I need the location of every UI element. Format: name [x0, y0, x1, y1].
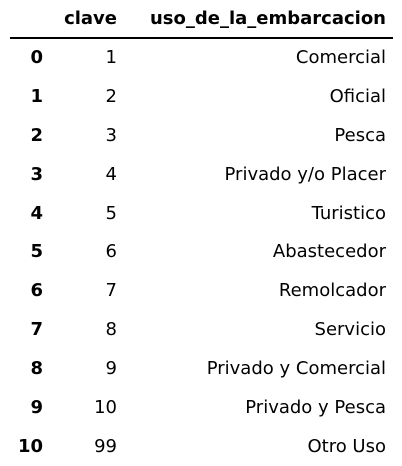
table-header: clave uso_de_la_embarcacion [10, 0, 393, 39]
cell-uso: Servicio [314, 319, 386, 341]
cell-uso: Turistico [311, 202, 386, 224]
table-row: 10 99 Otro Uso [10, 427, 393, 466]
cell-uso: Pesca [334, 124, 386, 146]
cell-clave: 2 [105, 85, 117, 107]
cell-uso: Oficial [329, 85, 386, 107]
table-row: 9 10 Privado y Pesca [10, 388, 393, 427]
table-row: 2 3 Pesca [10, 116, 393, 155]
cell-uso: Privado y/o Placer [224, 163, 387, 185]
row-index: 6 [30, 280, 43, 302]
table-body: 0 1 Comercial 1 2 Oficial 2 3 Pesca 3 4 … [10, 38, 393, 466]
table-row: 4 5 Turistico [10, 194, 393, 233]
cell-clave: 6 [105, 241, 117, 263]
cell-uso: Otro Uso [307, 435, 386, 457]
cell-uso: Comercial [295, 47, 386, 69]
header-row: clave uso_de_la_embarcacion [10, 0, 393, 39]
table-row: 0 1 Comercial [10, 38, 393, 77]
table-row: 1 2 Oficial [10, 77, 393, 116]
cell-clave: 5 [105, 202, 117, 224]
cell-clave: 7 [105, 280, 117, 302]
row-index: 1 [30, 85, 43, 107]
cell-uso: Privado y Comercial [206, 358, 386, 380]
dataframe-table: clave uso_de_la_embarcacion 0 1 Comercia… [10, 0, 393, 466]
row-index: 7 [30, 319, 43, 341]
row-index: 4 [30, 202, 43, 224]
table-row: 5 6 Abastecedor [10, 232, 393, 271]
row-index: 9 [30, 396, 43, 418]
header-uso-de-la-embarcacion: uso_de_la_embarcacion [124, 0, 393, 39]
cell-clave: 3 [105, 124, 117, 146]
table-row: 7 8 Servicio [10, 310, 393, 349]
header-clave: clave [50, 0, 124, 39]
cell-uso: Abastecedor [272, 241, 386, 263]
row-index: 8 [30, 358, 43, 380]
dataframe-view: clave uso_de_la_embarcacion 0 1 Comercia… [0, 0, 402, 466]
header-index [10, 0, 50, 39]
cell-clave: 4 [105, 163, 117, 185]
cell-clave: 10 [94, 396, 117, 418]
table-row: 3 4 Privado y/o Placer [10, 155, 393, 194]
cell-clave: 99 [94, 435, 117, 457]
row-index: 0 [30, 47, 43, 69]
table-row: 8 9 Privado y Comercial [10, 349, 393, 388]
cell-uso: Remolcador [278, 280, 386, 302]
cell-uso: Privado y Pesca [245, 396, 386, 418]
cell-clave: 8 [105, 319, 117, 341]
cell-clave: 9 [105, 358, 117, 380]
row-index: 3 [30, 163, 43, 185]
row-index: 10 [17, 435, 43, 457]
row-index: 2 [30, 124, 43, 146]
table-row: 6 7 Remolcador [10, 271, 393, 310]
cell-clave: 1 [105, 47, 117, 69]
row-index: 5 [30, 241, 43, 263]
